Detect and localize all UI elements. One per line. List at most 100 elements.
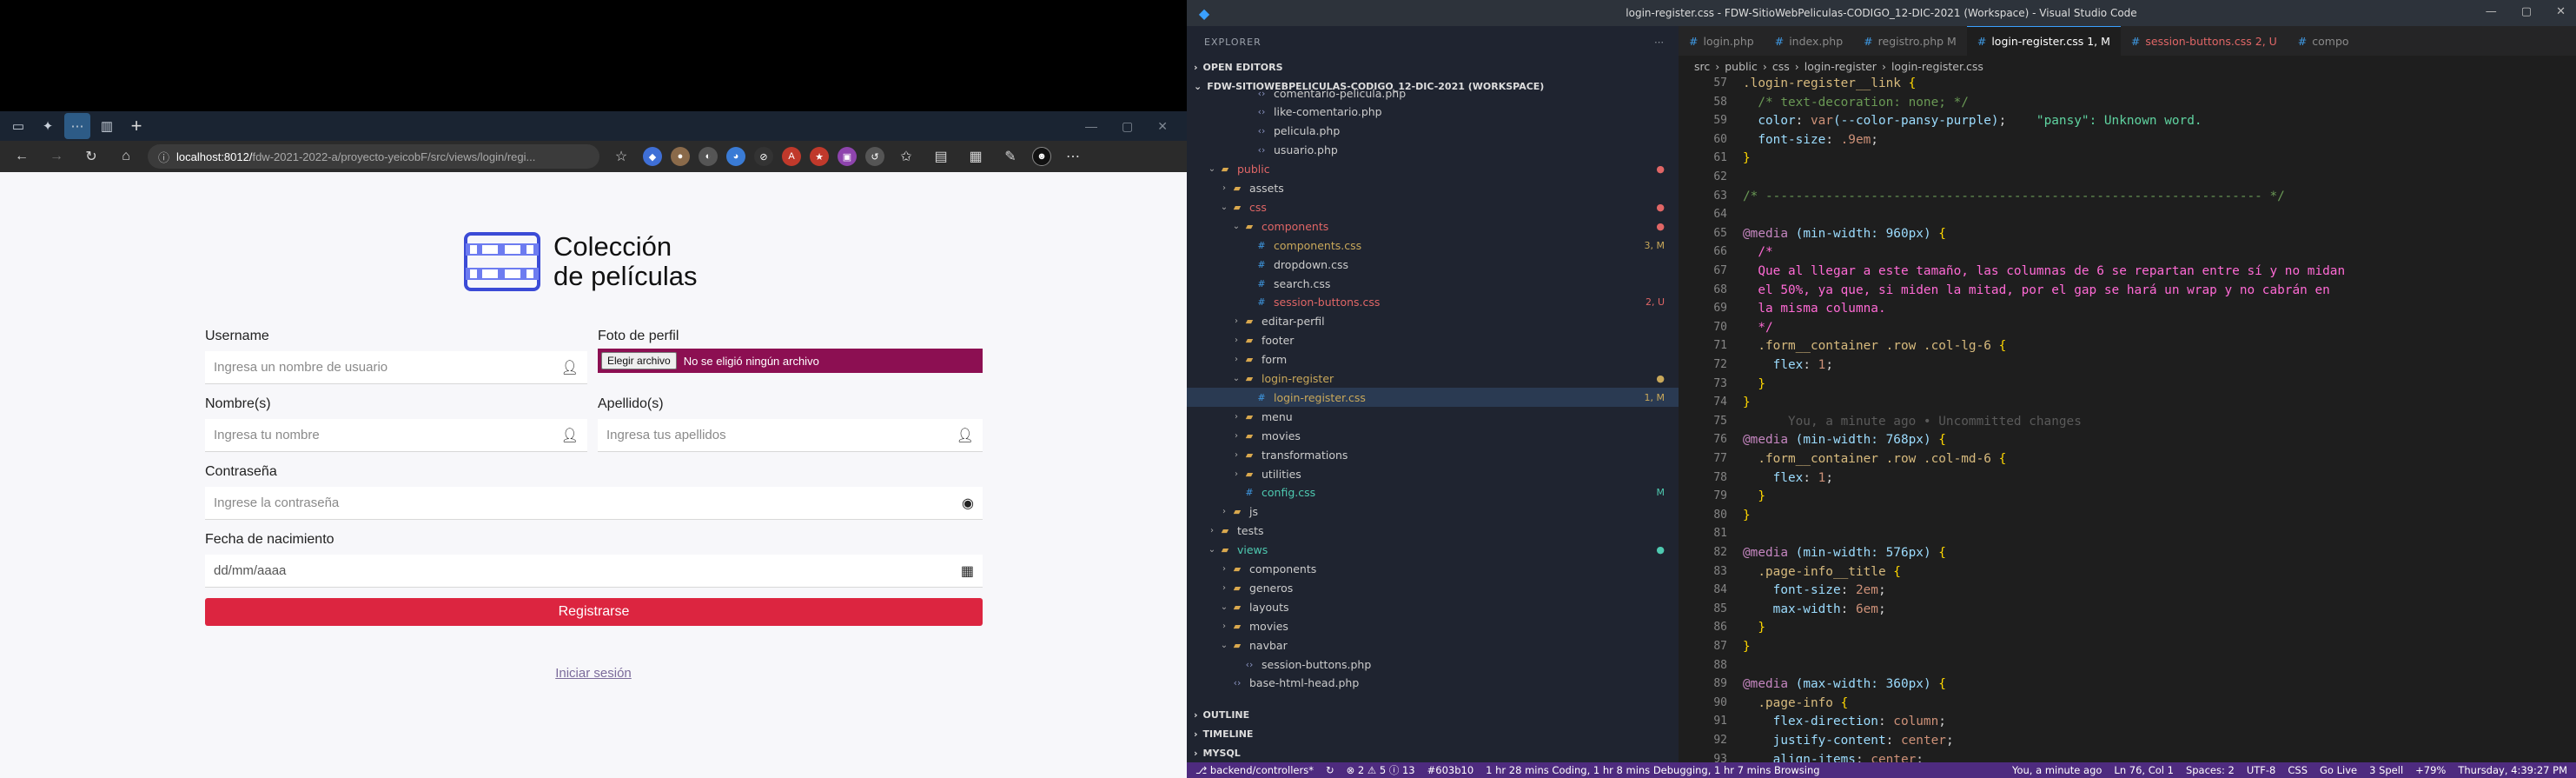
tree-item[interactable]: ‹› base-html-head.php (1187, 674, 1679, 693)
code-line[interactable]: la misma columna. (1743, 302, 1885, 316)
more-actions-icon[interactable]: ⋯ (1654, 37, 1665, 48)
code-line[interactable]: .form__container .row .col-md-6 { (1743, 452, 2006, 466)
tree-item[interactable]: ‹› comentario-pelicula.php (1187, 83, 1679, 103)
code-line[interactable]: /* -------------------------------------… (1743, 190, 2285, 203)
adblock-icon[interactable]: A (782, 147, 801, 166)
tree-item[interactable]: › ▰ js (1187, 502, 1679, 522)
tree-item[interactable]: ‹› usuario.php (1187, 141, 1679, 160)
extension-icon[interactable]: ★ (810, 147, 829, 166)
code-line[interactable]: justify-content: center; (1743, 734, 1954, 748)
split-screen-icon[interactable]: ▤ (928, 143, 954, 170)
profile-photo-input[interactable]: Elegir archivo No se eligió ningún archi… (598, 349, 983, 373)
git-blame[interactable]: You, a minute ago (2012, 764, 2102, 776)
eye-slash-icon[interactable]: ◉ (962, 495, 974, 512)
code-line[interactable]: .form__container .row .col-lg-6 { (1743, 339, 2006, 353)
tree-item[interactable]: ⌄ ▰ navbar (1187, 635, 1679, 655)
tree-item[interactable]: # dropdown.css (1187, 255, 1679, 274)
code-line[interactable]: } (1743, 396, 1751, 409)
maximize-icon[interactable]: ▢ (2521, 5, 2532, 18)
code-line[interactable]: /* (1743, 245, 1772, 259)
tree-item[interactable]: › ▰ generos (1187, 578, 1679, 597)
favorites-icon[interactable]: ✩ (893, 143, 919, 170)
extension-icon[interactable]: ● (671, 147, 690, 166)
editor-tab[interactable]: # compo (2288, 26, 2360, 56)
close-icon[interactable]: ✕ (1157, 119, 1168, 134)
username-field[interactable]: Ingresa un nombre de usuario 👤︎ (205, 351, 587, 384)
tree-item[interactable]: # components.css 3, M (1187, 236, 1679, 255)
name-field[interactable]: Ingresa tu nombre 👤︎ (205, 419, 587, 452)
code-line[interactable]: } (1743, 640, 1751, 654)
tree-item[interactable]: › ▰ components (1187, 560, 1679, 579)
tree-item[interactable]: ‹› pelicula.php (1187, 122, 1679, 141)
minimize-icon[interactable]: — (2486, 5, 2497, 18)
url-field[interactable]: ⓘ localhost:8012/fdw-2021-2022-a/proyect… (148, 144, 599, 169)
encoding[interactable]: UTF-8 (2247, 764, 2276, 776)
maximize-icon[interactable]: ▢ (1122, 119, 1133, 134)
code-line[interactable]: flex: 1; (1743, 471, 1833, 485)
language-mode[interactable]: CSS (2288, 764, 2308, 776)
login-link[interactable]: Iniciar sesión (0, 666, 1187, 681)
tree-item[interactable]: › ▰ assets (1187, 179, 1679, 198)
chart-tab-icon[interactable]: ▥ (94, 113, 120, 139)
minimize-icon[interactable]: — (1085, 119, 1097, 134)
branch-indicator[interactable]: ⎇ backend/controllers* (1195, 764, 1314, 776)
tree-item[interactable]: › ▰ tests (1187, 522, 1679, 541)
tree-item[interactable]: # search.css (1187, 274, 1679, 293)
code-line[interactable]: @media (min-width: 576px) { (1743, 546, 1946, 560)
code-line[interactable]: font-size: .9em; (1743, 133, 1878, 147)
lastname-field[interactable]: Ingresa tus apellidos 👤︎ (598, 419, 983, 452)
code-line[interactable]: } (1743, 377, 1765, 391)
tab-actions-icon[interactable]: ▭ (5, 113, 31, 139)
breadcrumb-item[interactable]: src (1694, 60, 1710, 73)
code-line[interactable]: /* text-decoration: none; */ (1743, 96, 1969, 110)
code-line[interactable]: .login-register__link { (1743, 76, 1916, 90)
tree-item[interactable]: › ▰ menu (1187, 407, 1679, 426)
outline-section[interactable]: › OUTLINE (1187, 705, 1679, 724)
pen-icon[interactable]: ✎ (997, 143, 1023, 170)
code-line[interactable]: font-size: 2em; (1743, 583, 1886, 597)
choose-file-button[interactable]: Elegir archivo (601, 352, 677, 369)
new-tab-icon[interactable]: + (123, 115, 149, 137)
profile-avatar[interactable]: ☻ (1032, 147, 1051, 166)
code-line[interactable]: el 50%, ya que, si miden la mitad, por e… (1743, 283, 2329, 297)
extension-icon[interactable]: ▣ (838, 147, 857, 166)
tree-item[interactable]: › ▰ editar-perfil (1187, 312, 1679, 331)
code-line[interactable]: } (1743, 621, 1765, 635)
password-field[interactable]: Ingrese la contraseña ◉ (205, 487, 983, 520)
tree-item[interactable]: › ▰ transformations (1187, 445, 1679, 464)
active-tab-icon[interactable]: ⋯ (64, 113, 90, 139)
breadcrumb-item[interactable]: css (1772, 60, 1790, 73)
code-view[interactable]: 57 .login-register__link {58 /* text-deco… (1679, 76, 2576, 778)
editor-tab[interactable]: # login.php (1679, 26, 1765, 56)
tree-item[interactable]: › ▰ utilities (1187, 464, 1679, 483)
home-icon[interactable]: ⌂ (113, 143, 139, 170)
open-editors-section[interactable]: › OPEN EDITORS (1187, 57, 1283, 76)
tree-item[interactable]: › ▰ footer (1187, 331, 1679, 350)
tree-item[interactable]: ⌄ ▰ login-register ● (1187, 369, 1679, 389)
editor-tab[interactable]: # session-buttons.css 2, U (2121, 26, 2288, 56)
favorite-icon[interactable]: ☆ (608, 143, 634, 170)
forward-icon[interactable]: → (43, 143, 70, 170)
register-button[interactable]: Registrarse (205, 598, 983, 626)
collections-icon[interactable]: ▦ (963, 143, 989, 170)
extension-icon[interactable]: ◐ (699, 147, 718, 166)
mysql-section[interactable]: › MYSQL (1187, 743, 1679, 762)
breadcrumb-item[interactable]: login-register.css (1891, 60, 1983, 73)
tree-item[interactable]: ‹› like-comentario.php (1187, 103, 1679, 122)
extension-icon[interactable]: ⊘ (754, 147, 773, 166)
tree-item[interactable]: # config.css M (1187, 483, 1679, 502)
tree-item[interactable]: ⌄ ▰ css ● (1187, 197, 1679, 216)
editor-tab[interactable]: # registro.php M (1853, 26, 1967, 56)
commit-indicator[interactable]: #603b10 (1427, 764, 1474, 776)
code-line[interactable]: .page-info__title { (1743, 565, 1901, 579)
editor-tab[interactable]: # login-register.css 1, M (1966, 26, 2121, 56)
tree-item[interactable]: # session-buttons.css 2, U (1187, 293, 1679, 312)
code-line[interactable]: flex-direction: column; (1743, 715, 1946, 728)
back-icon[interactable]: ← (9, 143, 35, 170)
sync-icon[interactable]: ↻ (1326, 764, 1334, 776)
indentation[interactable]: Spaces: 2 (2186, 764, 2235, 776)
code-line[interactable]: } (1743, 509, 1751, 522)
code-line[interactable]: @media (min-width: 960px) { (1743, 227, 1946, 241)
spell-check[interactable]: 3 Spell (2369, 764, 2403, 776)
tree-item[interactable]: ⌄ ▰ public ● (1187, 160, 1679, 179)
